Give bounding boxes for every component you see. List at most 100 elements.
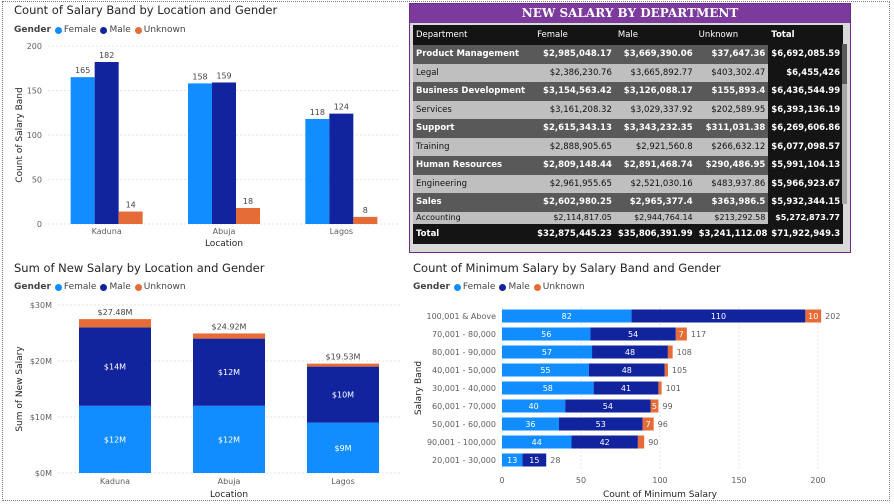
y-tick-label: 30,001 - 40,000 <box>432 384 496 393</box>
table-cell: $6,269,606.86 <box>768 119 843 138</box>
x-axis-title: Count of Minimum Salary <box>603 490 718 500</box>
table-cell: $2,965,377.4 <box>614 193 696 212</box>
y-tick-label: 100,001 & Above <box>426 312 496 321</box>
column-header-male[interactable]: Male <box>614 25 696 45</box>
table-cell: $5,991,104.13 <box>768 156 843 175</box>
table-total-row[interactable]: Total $32,875,445.23 $35,806,391.99 $3,241,… <box>413 223 843 244</box>
table-cell: $3,126,088.17 <box>614 82 696 101</box>
column-header-female[interactable]: Female <box>534 25 615 45</box>
data-label: 110 <box>711 312 726 321</box>
column-header-unknown[interactable]: Unknown <box>695 25 769 45</box>
total-label: 90 <box>648 438 658 447</box>
table-cell: Support <box>413 119 535 138</box>
x-tick-label: 150 <box>731 476 746 485</box>
y-tick-label: 50,001 - 60,000 <box>432 420 496 429</box>
table-row[interactable]: Services $3,161,208.32 $3,029,337.92 $202,5… <box>413 100 843 119</box>
table-cell: Legal <box>413 63 535 82</box>
table-scrollbar[interactable] <box>842 44 847 204</box>
table-row[interactable]: Legal $2,386,230.76 $3,665,892.77 $403,302.… <box>413 63 843 82</box>
data-label: 15 <box>529 456 539 465</box>
total-label: 108 <box>677 348 692 357</box>
data-label: 44 <box>532 438 542 447</box>
data-label: 7 <box>646 420 651 429</box>
bar-unknown[interactable] <box>664 363 668 377</box>
data-label: 57 <box>542 348 552 357</box>
table-cell: $3,241,112.08 <box>695 223 769 244</box>
table-cell: $403,302.47 <box>695 63 769 82</box>
data-label: 82 <box>562 312 572 321</box>
y-tick-label: 20,001 - 30,000 <box>432 456 496 465</box>
table-cell: $266,632.12 <box>695 137 769 156</box>
data-label: 36 <box>525 420 535 429</box>
table-title: NEW SALARY BY DEPARTMENT <box>410 4 850 23</box>
total-label: 105 <box>672 366 687 375</box>
table-cell: $71,922,949.3 <box>768 223 843 244</box>
table-row[interactable]: Sales $2,602,980.25 $2,965,377.4 $363,986.5… <box>413 193 843 212</box>
table-cell: $5,272,873.77 <box>768 211 843 224</box>
data-label: 58 <box>543 384 553 393</box>
table-cell: $2,615,343.13 <box>534 119 615 138</box>
table-cell: $202,589.95 <box>695 100 769 119</box>
x-tick-label: 0 <box>499 476 504 485</box>
table-cell: $2,891,468.74 <box>614 156 696 175</box>
table-row[interactable]: Support $2,615,343.13 $3,343,232.35 $311,03… <box>413 119 843 138</box>
table-cell: $5,932,344.15 <box>768 193 843 212</box>
table-cell: $6,436,544.99 <box>768 82 843 101</box>
table-cell: $2,521,030.16 <box>614 174 696 193</box>
column-header-department[interactable]: Department <box>413 25 535 45</box>
table-cell: $2,809,148.44 <box>534 156 615 175</box>
table-cell: Training <box>413 137 535 156</box>
salary-table-visual: NEW SALARY BY DEPARTMENT Department Femal… <box>409 3 851 253</box>
table-cell: $363,986.5 <box>695 193 769 212</box>
table-cell: Engineering <box>413 174 535 193</box>
data-label: 48 <box>625 348 635 357</box>
table-cell: $2,888,905.65 <box>534 137 615 156</box>
table-cell: $6,393,136.19 <box>768 100 843 119</box>
table-row[interactable]: Accounting $2,114,817.05 $2,944,764.14 $213… <box>413 211 843 224</box>
table-header-row: Department Female Male Unknown Total <box>413 25 843 45</box>
table-cell: Product Management <box>413 45 535 64</box>
total-label: 96 <box>658 420 668 429</box>
table-cell: $213,292.58 <box>695 211 769 224</box>
bar-unknown[interactable] <box>658 381 662 395</box>
table-cell: $155,893.4 <box>695 82 769 101</box>
bar-unknown[interactable] <box>637 435 645 449</box>
table-cell: $2,985,048.17 <box>534 45 615 64</box>
data-label: 56 <box>541 330 551 339</box>
data-label: 48 <box>622 366 632 375</box>
data-label: 5 <box>652 402 657 411</box>
table-cell: Total <box>413 223 535 244</box>
x-tick-label: 100 <box>652 476 667 485</box>
bar-unknown[interactable] <box>667 345 673 359</box>
table-cell: $3,665,892.77 <box>614 63 696 82</box>
total-label: 117 <box>691 330 706 339</box>
table-cell: Business Development <box>413 82 535 101</box>
data-label: 7 <box>679 330 684 339</box>
table-row[interactable]: Training $2,888,905.65 $2,921,560.8 $266,63… <box>413 137 843 156</box>
table-cell: $290,486.95 <box>695 156 769 175</box>
table-row[interactable]: Engineering $2,961,955.65 $2,521,030.16 $48… <box>413 174 843 193</box>
table-cell: $3,161,208.32 <box>534 100 615 119</box>
x-tick-label: 200 <box>810 476 825 485</box>
data-label: 10 <box>808 312 818 321</box>
y-tick-label: 40,001 - 50,000 <box>432 366 496 375</box>
x-tick-label: 50 <box>576 476 586 485</box>
table-row[interactable]: Business Development $3,154,563.42 $3,126,… <box>413 82 843 101</box>
table-cell: $2,114,817.05 <box>534 211 615 224</box>
total-label: 202 <box>825 312 840 321</box>
data-label: 54 <box>603 402 613 411</box>
table-cell: $3,029,337.92 <box>614 100 696 119</box>
column-header-total[interactable]: Total <box>768 25 843 45</box>
table-cell: Human Resources <box>413 156 535 175</box>
scrollbar-thumb[interactable] <box>842 44 847 84</box>
table-cell: $6,692,085.59 <box>768 45 843 64</box>
data-label: 42 <box>600 438 610 447</box>
table-cell: $6,077,098.57 <box>768 137 843 156</box>
table-cell: $3,669,390.06 <box>614 45 696 64</box>
table-cell: $35,806,391.99 <box>614 223 696 244</box>
total-label: 28 <box>550 456 560 465</box>
table-cell: Services <box>413 100 535 119</box>
table-row[interactable]: Product Management $2,985,048.17 $3,669,39… <box>413 45 843 64</box>
table-row[interactable]: Human Resources $2,809,148.44 $2,891,468.7… <box>413 156 843 175</box>
data-label: 54 <box>628 330 638 339</box>
